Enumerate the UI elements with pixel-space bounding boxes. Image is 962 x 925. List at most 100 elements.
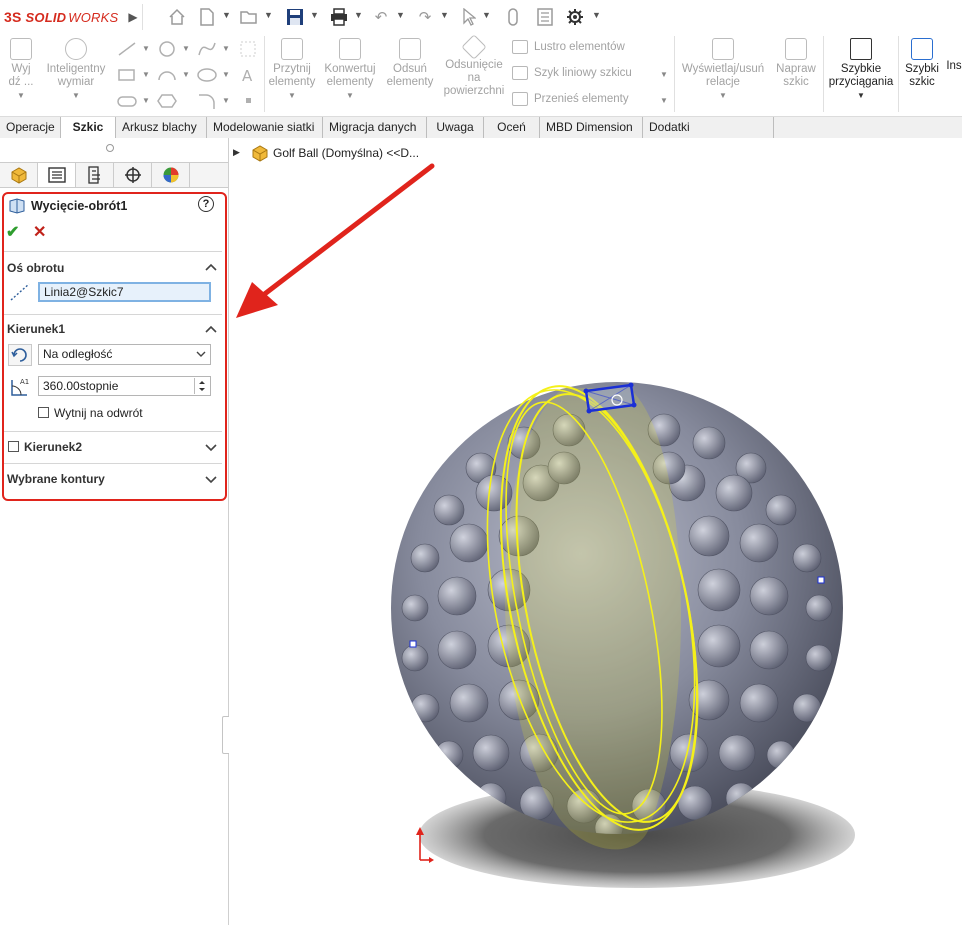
point-icon[interactable]: [238, 92, 260, 110]
tab-uwaga[interactable]: Uwaga: [427, 117, 484, 138]
svg-text:A: A: [242, 67, 253, 84]
tab-operacje[interactable]: Operacje: [0, 117, 61, 138]
graphics-area[interactable]: ▶ Golf Ball (Domyślna) <<D...: [229, 138, 962, 925]
display-manager-tab-icon[interactable]: [152, 163, 190, 187]
open-dropdown-icon[interactable]: ▼: [264, 10, 273, 20]
tab-mbd-dimension[interactable]: MBD Dimension: [540, 117, 643, 138]
move-icon: [512, 92, 528, 106]
arc-icon[interactable]: [156, 66, 178, 84]
offset-on-surface-button[interactable]: Odsunięcie na powierzchni: [440, 34, 508, 98]
tab-dodatki-solidworks[interactable]: Dodatki SOLIDWORKS: [643, 117, 774, 155]
fillet-icon[interactable]: [196, 92, 218, 110]
spline-icon[interactable]: [196, 40, 218, 58]
chevron-down-icon: ▼: [857, 91, 865, 100]
move-dropdown-icon[interactable]: ▼: [660, 96, 668, 105]
panel-grip-icon[interactable]: [106, 144, 114, 152]
open-icon[interactable]: [238, 6, 260, 28]
divider: [264, 36, 265, 112]
linear-pattern-dropdown-icon[interactable]: ▼: [660, 70, 668, 79]
slot-icon[interactable]: [116, 92, 138, 110]
convert-icon: [339, 38, 361, 60]
chevron-down-icon: ▼: [288, 91, 296, 100]
display-delete-relations-button[interactable]: Wyświetlaj/usuń relacje ▼: [676, 38, 770, 102]
chevron-down-icon: ▼: [719, 91, 727, 100]
select-dropdown-icon[interactable]: ▼: [482, 10, 491, 20]
configuration-manager-tab-icon[interactable]: [76, 163, 114, 187]
chevron-down-icon: ▼: [346, 91, 354, 100]
circle-dropdown-icon[interactable]: ▼: [182, 44, 190, 53]
tab-modelowanie-siatki[interactable]: Modelowanie siatki: [207, 117, 323, 138]
linear-pattern-icon: [512, 66, 528, 80]
home-icon[interactable]: [166, 6, 188, 28]
panel-tabs: [0, 162, 228, 188]
offset-surface-icon: [461, 34, 487, 60]
repair-icon: [785, 38, 807, 60]
highlight-annotation-box: [2, 192, 227, 501]
dimxpert-manager-tab-icon[interactable]: [114, 163, 152, 187]
move-entities-button[interactable]: Przenieś elementy: [512, 92, 629, 106]
quick-snaps-icon: [850, 38, 872, 60]
mirror-entities-button[interactable]: Lustro elementów: [512, 40, 625, 54]
sketch-grid-icon[interactable]: [238, 40, 260, 58]
rebuild-icon[interactable]: [502, 6, 524, 28]
solidworks-logo[interactable]: 3S SOLID WORKS: [4, 9, 118, 25]
instant-2d-button[interactable]: Ins: [946, 60, 962, 73]
text-icon[interactable]: A: [238, 66, 260, 84]
expand-menu-arrow-icon[interactable]: ▶: [122, 6, 144, 28]
quick-snaps-button[interactable]: Szybkie przyciągania ▼: [826, 38, 896, 102]
polygon-icon[interactable]: [156, 92, 178, 110]
ds-logo-mark: 3S: [4, 9, 22, 25]
line-dropdown-icon[interactable]: ▼: [142, 44, 150, 53]
file-properties-icon[interactable]: [534, 6, 556, 28]
new-file-dropdown-icon[interactable]: ▼: [222, 10, 231, 20]
save-dropdown-icon[interactable]: ▼: [310, 10, 319, 20]
new-file-icon[interactable]: [196, 6, 218, 28]
undo-icon[interactable]: ↶: [370, 6, 392, 28]
divider: [674, 36, 675, 112]
options-dropdown-icon[interactable]: ▼: [592, 10, 601, 20]
smart-dimension-icon: [65, 38, 87, 60]
rectangle-icon[interactable]: [116, 66, 138, 84]
selection-handle[interactable]: [817, 576, 825, 584]
options-icon[interactable]: [564, 6, 586, 28]
property-manager-tab-icon[interactable]: [38, 163, 76, 187]
slot-dropdown-icon[interactable]: ▼: [142, 96, 150, 105]
line-icon[interactable]: [116, 40, 138, 58]
smart-dimension-button[interactable]: Inteligentny wymiar ▼: [40, 38, 112, 102]
fillet-dropdown-icon[interactable]: ▼: [222, 96, 230, 105]
print-icon[interactable]: [328, 6, 350, 28]
trim-entities-button[interactable]: Przytnij elementy ▼: [266, 38, 318, 102]
rapid-sketch-button[interactable]: Szybki szkic: [900, 38, 944, 89]
linear-sketch-pattern-button[interactable]: Szyk liniowy szkicu: [512, 66, 632, 80]
divider: [898, 36, 899, 112]
command-manager-tabs: Operacje Szkic Arkusz blachy Modelowanie…: [0, 116, 962, 155]
convert-entities-button[interactable]: Konwertuj elementy ▼: [320, 38, 380, 102]
ellipse-icon[interactable]: [196, 66, 218, 84]
feature-manager-tab-icon[interactable]: [0, 163, 38, 187]
ellipse-dropdown-icon[interactable]: ▼: [222, 70, 230, 79]
chevron-down-icon: ▼: [17, 91, 25, 100]
selection-handle[interactable]: [409, 640, 417, 648]
arc-dropdown-icon[interactable]: ▼: [182, 70, 190, 79]
tab-migracja-danych[interactable]: Migracja danych: [323, 117, 427, 138]
repair-sketch-button[interactable]: Napraw szkic: [772, 38, 820, 89]
divider: [823, 36, 824, 112]
tab-ocen[interactable]: Oceń: [484, 117, 540, 138]
offset-entities-button[interactable]: Odsuń elementy: [382, 38, 438, 89]
pattern-tools-list: Lustro elementów Szyk liniowy szkicu ▼ P…: [512, 40, 672, 112]
print-dropdown-icon[interactable]: ▼: [354, 10, 363, 20]
redo-dropdown-icon[interactable]: ▼: [440, 10, 449, 20]
rectangle-dropdown-icon[interactable]: ▼: [142, 70, 150, 79]
exit-sketch-icon: [10, 38, 32, 60]
exit-sketch-button[interactable]: Wyj dź ... ▼: [4, 38, 38, 102]
redo-icon[interactable]: ↷: [414, 6, 436, 28]
tab-szkic[interactable]: Szkic: [61, 117, 116, 139]
tab-arkusz-blachy[interactable]: Arkusz blachy: [116, 117, 207, 138]
model-view: [391, 382, 855, 888]
rapid-sketch-icon: [911, 38, 933, 60]
save-icon[interactable]: [284, 6, 306, 28]
undo-dropdown-icon[interactable]: ▼: [396, 10, 405, 20]
spline-dropdown-icon[interactable]: ▼: [222, 44, 230, 53]
select-icon[interactable]: [458, 6, 480, 28]
circle-icon[interactable]: [156, 40, 178, 58]
